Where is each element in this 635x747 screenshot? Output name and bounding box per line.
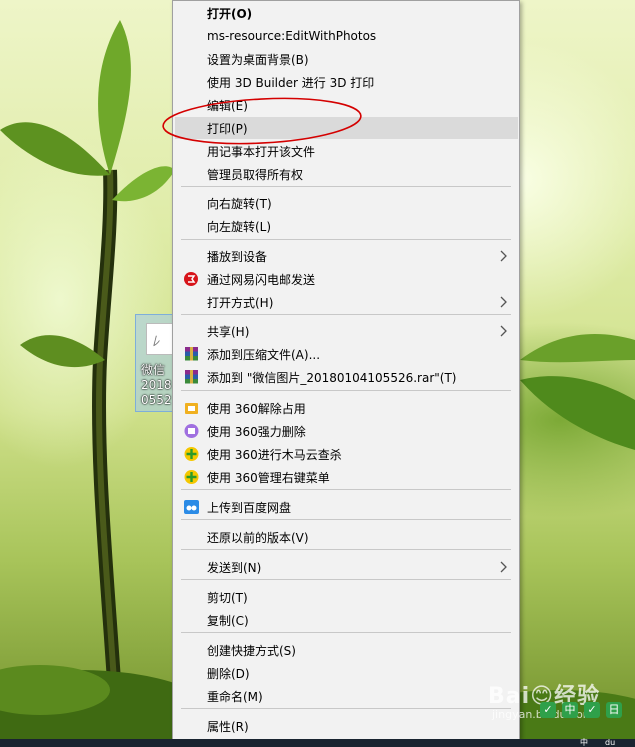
menu-item-label: 打开方式(H) (207, 295, 274, 310)
menu-item[interactable]: 属性(R) (175, 715, 518, 737)
floating-toolbar: ✓ 中 ✓ 日 (540, 698, 635, 722)
menu-item-label: 添加到压缩文件(A)... (207, 347, 321, 362)
menu-item-label: 使用 360强力删除 (207, 424, 306, 439)
menu-item-label: 使用 360进行木马云查杀 (207, 447, 342, 462)
tray-app-icon[interactable]: du (605, 739, 615, 747)
menu-separator (181, 489, 511, 490)
menu-separator (181, 519, 511, 520)
menu-separator (181, 390, 511, 391)
menu-item-label: 上传到百度网盘 (207, 500, 292, 515)
chevron-right-icon (500, 296, 507, 308)
menu-item-label: 属性(R) (207, 719, 249, 734)
menu-item-label: 播放到设备 (207, 249, 268, 264)
menu-item[interactable]: 还原以前的版本(V) (175, 526, 518, 548)
menu-item[interactable]: 打开(O) (175, 2, 518, 24)
menu-separator (181, 186, 511, 187)
menu-item[interactable]: 向左旋转(L) (175, 215, 518, 237)
360-scan-icon (184, 470, 199, 484)
menu-item[interactable]: 播放到设备 (175, 245, 518, 267)
menu-separator (181, 632, 511, 633)
menu-item-label: 向左旋转(L) (207, 219, 272, 234)
360-scan-icon (184, 447, 199, 461)
chevron-right-icon (500, 250, 507, 262)
menu-item[interactable]: 删除(D) (175, 662, 518, 684)
winrar-icon (185, 347, 198, 361)
menu-item-label: 通过网易闪电邮发送 (207, 272, 316, 287)
winrar-icon (185, 370, 198, 384)
menu-item[interactable]: 重命名(M) (175, 685, 518, 707)
menu-item-label: 打开(O) (207, 6, 253, 21)
menu-separator (181, 314, 511, 315)
360-unlock-icon (185, 403, 198, 414)
menu-item[interactable]: ms-resource:EditWithPhotos (175, 25, 518, 47)
netease-mail-icon (184, 272, 198, 286)
menu-item[interactable]: 添加到 "微信图片_20180104105526.rar"(T) (175, 366, 518, 388)
menu-item-label: 向右旋转(T) (207, 196, 272, 211)
menu-item[interactable]: 设置为桌面背景(B) (175, 48, 518, 70)
menu-item[interactable]: 使用 360进行木马云查杀 (175, 443, 518, 465)
menu-item[interactable]: 创建快捷方式(S) (175, 639, 518, 661)
menu-item[interactable]: 添加到压缩文件(A)... (175, 343, 518, 365)
menu-item-label: 设置为桌面背景(B) (207, 52, 309, 67)
baidu-netdisk-icon (184, 500, 199, 514)
menu-item-label: 重命名(M) (207, 689, 263, 704)
menu-item-label: 创建快捷方式(S) (207, 643, 296, 658)
toolbar-ime-button[interactable]: 中 (562, 702, 578, 718)
menu-item-label: 共享(H) (207, 324, 250, 339)
chevron-right-icon (500, 561, 507, 573)
toolbar-check-button-2[interactable]: ✓ (584, 702, 600, 718)
chevron-right-icon (500, 325, 507, 337)
menu-item[interactable]: 使用 360强力删除 (175, 420, 518, 442)
ime-indicator[interactable]: 中 (580, 739, 588, 747)
menu-item-label: 管理员取得所有权 (207, 167, 304, 182)
menu-item[interactable]: 打开方式(H) (175, 291, 518, 313)
menu-item-label: 使用 3D Builder 进行 3D 打印 (207, 75, 375, 90)
desktop-file-icon[interactable]: ﾚ 微信 2018 0552 (135, 314, 177, 412)
menu-item[interactable]: 上传到百度网盘 (175, 496, 518, 518)
menu-item[interactable]: 使用 3D Builder 进行 3D 打印 (175, 71, 518, 93)
menu-item-label: ms-resource:EditWithPhotos (207, 29, 377, 43)
red-highlight-ellipse (162, 97, 362, 145)
menu-item-label: 复制(C) (207, 613, 249, 628)
menu-item-label: 添加到 "微信图片_20180104105526.rar"(T) (207, 370, 457, 385)
360-shred-icon (184, 424, 199, 438)
menu-separator (181, 579, 511, 580)
taskbar: 中 du (0, 739, 635, 747)
menu-item[interactable]: 使用 360解除占用 (175, 397, 518, 419)
menu-item[interactable]: 发送到(N) (175, 556, 518, 578)
menu-item-label: 还原以前的版本(V) (207, 530, 309, 545)
menu-separator (181, 708, 511, 709)
menu-item[interactable]: 向右旋转(T) (175, 192, 518, 214)
menu-item[interactable]: 管理员取得所有权 (175, 163, 518, 185)
toolbar-check-button[interactable]: ✓ (540, 702, 556, 718)
menu-item[interactable]: 共享(H) (175, 320, 518, 342)
menu-item-label: 删除(D) (207, 666, 250, 681)
menu-item[interactable]: 通过网易闪电邮发送 (175, 268, 518, 290)
menu-item-label: 使用 360解除占用 (207, 401, 306, 416)
menu-separator (181, 239, 511, 240)
menu-item-label: 使用 360管理右键菜单 (207, 470, 330, 485)
menu-item[interactable]: 复制(C) (175, 609, 518, 631)
toolbar-calendar-button[interactable]: 日 (606, 702, 622, 718)
menu-item-label: 发送到(N) (207, 560, 262, 575)
menu-item[interactable]: 使用 360管理右键菜单 (175, 466, 518, 488)
menu-separator (181, 549, 511, 550)
image-thumbnail: ﾚ (146, 323, 174, 355)
menu-item-label: 剪切(T) (207, 590, 248, 605)
menu-item[interactable]: 剪切(T) (175, 586, 518, 608)
